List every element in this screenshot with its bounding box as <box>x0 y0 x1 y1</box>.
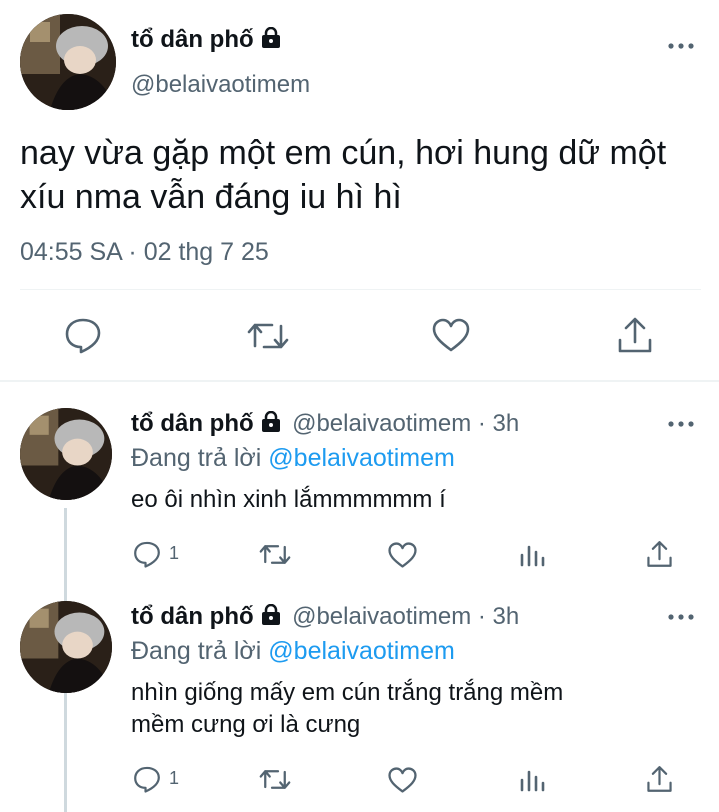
avatar-image <box>20 601 112 693</box>
retweet-icon[interactable] <box>247 318 289 359</box>
reply-icon[interactable] <box>64 316 102 359</box>
display-name-text[interactable]: tổ dân phố <box>131 26 254 53</box>
handle-time[interactable]: @belaivaotimem · 3h <box>292 410 519 437</box>
reply-text: nhìn giống mấy em cún trắng trắng mềm mề… <box>131 677 563 741</box>
replying-prefix: Đang trả lời <box>131 637 262 665</box>
replying-to: Đang trả lời @belaivaotimem <box>131 444 455 473</box>
like-icon[interactable] <box>388 542 417 573</box>
views-icon[interactable] <box>519 768 545 797</box>
tweet-text-line: nay vừa gặp một em cún, hơi hung dữ một <box>20 134 667 172</box>
tweet-text-line: xíu nma vẫn đáng iu hì hì <box>20 178 402 216</box>
share-icon[interactable] <box>617 316 653 359</box>
avatar-image <box>20 408 112 500</box>
avatar[interactable] <box>20 408 112 500</box>
reply-text: eo ôi nhìn xinh lắmmmmmm í <box>131 484 446 516</box>
timestamp[interactable]: 04:55 SA · 02 thg 7 25 <box>20 238 269 267</box>
like-icon[interactable] <box>432 318 470 357</box>
more-options-icon[interactable] <box>667 416 695 437</box>
more-options-icon[interactable] <box>667 38 695 59</box>
handle-time[interactable]: @belaivaotimem · 3h <box>292 603 519 630</box>
section-divider <box>0 380 719 382</box>
reply-count: 1 <box>169 543 180 563</box>
replying-to: Đang trả lời @belaivaotimem <box>131 637 455 666</box>
replying-to-link[interactable]: @belaivaotimem <box>268 444 455 472</box>
reply-header: tổ dân phố @belaivaotimem · 3h <box>131 603 519 631</box>
replying-to-link[interactable]: @belaivaotimem <box>268 637 455 665</box>
reply-header: tổ dân phố @belaivaotimem · 3h <box>131 410 519 438</box>
like-icon[interactable] <box>388 767 417 798</box>
lock-icon <box>260 603 282 631</box>
reply-text-line: eo ôi nhìn xinh lắmmmmmm í <box>131 486 446 513</box>
display-name[interactable]: tổ dân phố <box>131 603 254 630</box>
reply-count: 1 <box>169 768 180 788</box>
divider <box>20 289 701 290</box>
retweet-icon[interactable] <box>259 541 291 573</box>
views-icon[interactable] <box>519 543 545 572</box>
avatar[interactable] <box>20 14 116 110</box>
avatar-image <box>20 14 116 110</box>
reply-icon[interactable] <box>133 765 161 798</box>
reply-text-line: nhìn giống mấy em cún trắng trắng mềm <box>131 679 564 706</box>
lock-icon <box>260 410 282 438</box>
display-name[interactable]: tổ dân phố <box>131 410 254 437</box>
replying-prefix: Đang trả lời <box>131 444 262 472</box>
share-icon[interactable] <box>646 765 673 798</box>
reply-icon[interactable] <box>133 540 161 573</box>
display-name[interactable]: tổ dân phố <box>131 26 282 56</box>
tweet-text: nay vừa gặp một em cún, hơi hung dữ một … <box>20 131 666 219</box>
avatar[interactable] <box>20 601 112 693</box>
handle[interactable]: @belaivaotimem <box>131 71 310 99</box>
lock-icon <box>260 26 282 56</box>
retweet-icon[interactable] <box>259 766 291 798</box>
more-options-icon[interactable] <box>667 609 695 630</box>
share-icon[interactable] <box>646 540 673 573</box>
reply-text-line: mềm cưng ơi là cưng <box>131 711 361 738</box>
